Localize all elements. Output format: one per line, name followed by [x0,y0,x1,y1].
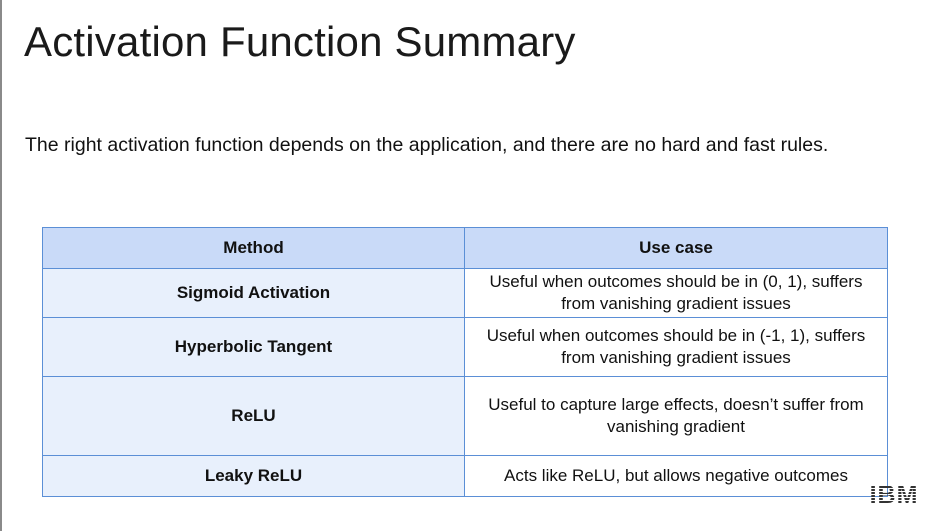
ibm-logo: IBM [869,483,919,506]
use-case-cell: Useful when outcomes should be in (-1, 1… [464,317,888,377]
table-row: Sigmoid Activation Useful when outcomes … [42,268,888,318]
activation-summary-table: Method Use case Sigmoid Activation Usefu… [42,227,888,497]
table-row: Leaky ReLU Acts like ReLU, but allows ne… [42,455,888,497]
page-title: Activation Function Summary [24,18,576,65]
table-row: ReLU Useful to capture large effects, do… [42,376,888,456]
slide-left-border [0,0,2,531]
use-case-cell: Acts like ReLU, but allows negative outc… [464,455,888,497]
column-header-use-case: Use case [464,227,888,269]
use-case-cell: Useful when outcomes should be in (0, 1)… [464,268,888,318]
page-subtitle: The right activation function depends on… [25,134,829,156]
method-cell: Leaky ReLU [42,455,465,497]
table-header-row: Method Use case [42,227,888,269]
method-cell: Sigmoid Activation [42,268,465,318]
table-row: Hyperbolic Tangent Useful when outcomes … [42,317,888,377]
method-cell: ReLU [42,376,465,456]
column-header-method: Method [42,227,465,269]
use-case-cell: Useful to capture large effects, doesn’t… [464,376,888,456]
method-cell: Hyperbolic Tangent [42,317,465,377]
